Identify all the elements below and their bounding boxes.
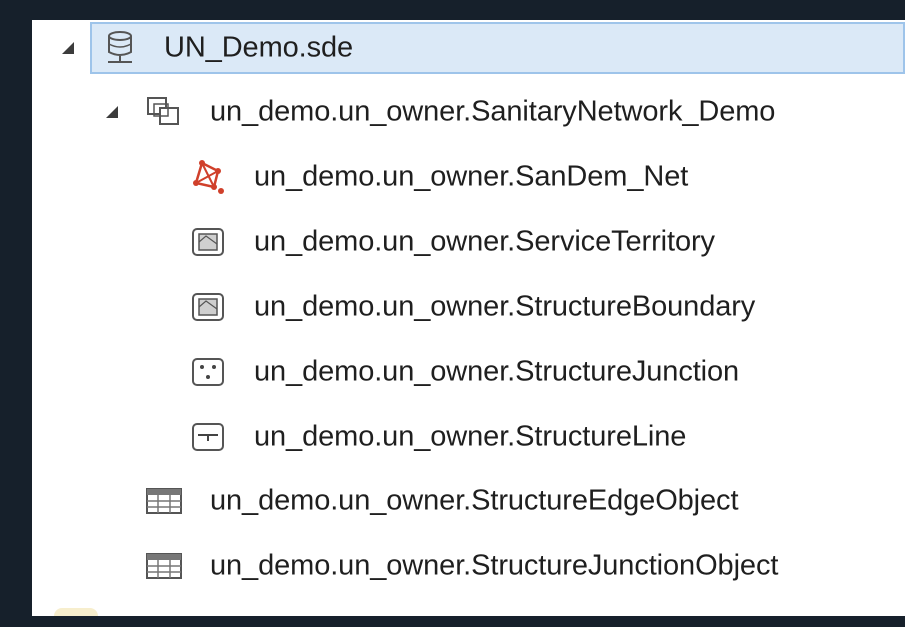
tree-item-label: un_demo.un_owner.StructureLine	[254, 420, 687, 453]
tree-item-label: un_demo.un_owner.SanDem_Net	[254, 160, 689, 193]
tree-item-label: un_demo.un_owner.StructureBoundary	[254, 290, 756, 323]
database-connection-icon	[100, 28, 140, 68]
expand-collapse-arrow-icon[interactable]	[104, 103, 122, 121]
table-icon	[144, 546, 184, 586]
tree-item-table[interactable]: un_demo.un_owner.StructureJunctionObject	[32, 538, 905, 594]
line-feature-class-icon	[188, 417, 228, 457]
tree-item-label: un_demo.un_owner.ServiceTerritory	[254, 225, 715, 258]
tree-item-root[interactable]: UN_Demo.sde	[32, 20, 905, 76]
table-icon	[144, 481, 184, 521]
polygon-feature-class-icon	[188, 287, 228, 327]
tree-item-polygon-feature-class[interactable]: un_demo.un_owner.ServiceTerritory	[32, 214, 905, 270]
folder-icon	[54, 608, 98, 616]
expand-collapse-arrow-icon[interactable]	[60, 39, 78, 57]
tree-item-label: UN_Demo.sde	[164, 31, 354, 64]
point-feature-class-icon	[188, 352, 228, 392]
tree-item-label: un_demo.un_owner.StructureJunction	[254, 355, 740, 388]
tree-item-point-feature-class[interactable]: un_demo.un_owner.StructureJunction	[32, 344, 905, 400]
tree-item-label: un_demo.un_owner.StructureEdgeObject	[210, 484, 739, 517]
feature-dataset-icon	[144, 92, 184, 132]
utility-network-icon	[188, 157, 228, 197]
window-frame: UN_Demo.sde un_demo.un_owner.SanitaryNet…	[0, 0, 905, 627]
catalog-tree-panel: UN_Demo.sde un_demo.un_owner.SanitaryNet…	[32, 20, 905, 616]
tree-item-utility-network[interactable]: un_demo.un_owner.SanDem_Net	[32, 149, 905, 205]
tree-item-feature-dataset[interactable]: un_demo.un_owner.SanitaryNetwork_Demo	[32, 84, 905, 140]
tree-item-label: un_demo.un_owner.StructureJunctionObject	[210, 549, 779, 582]
tree-item-polygon-feature-class[interactable]: un_demo.un_owner.StructureBoundary	[32, 279, 905, 335]
polygon-feature-class-icon	[188, 222, 228, 262]
tree-item-table[interactable]: un_demo.un_owner.StructureEdgeObject	[32, 473, 905, 529]
tree-item-line-feature-class[interactable]: un_demo.un_owner.StructureLine	[32, 409, 905, 465]
tree-item-label: un_demo.un_owner.SanitaryNetwork_Demo	[210, 95, 776, 128]
